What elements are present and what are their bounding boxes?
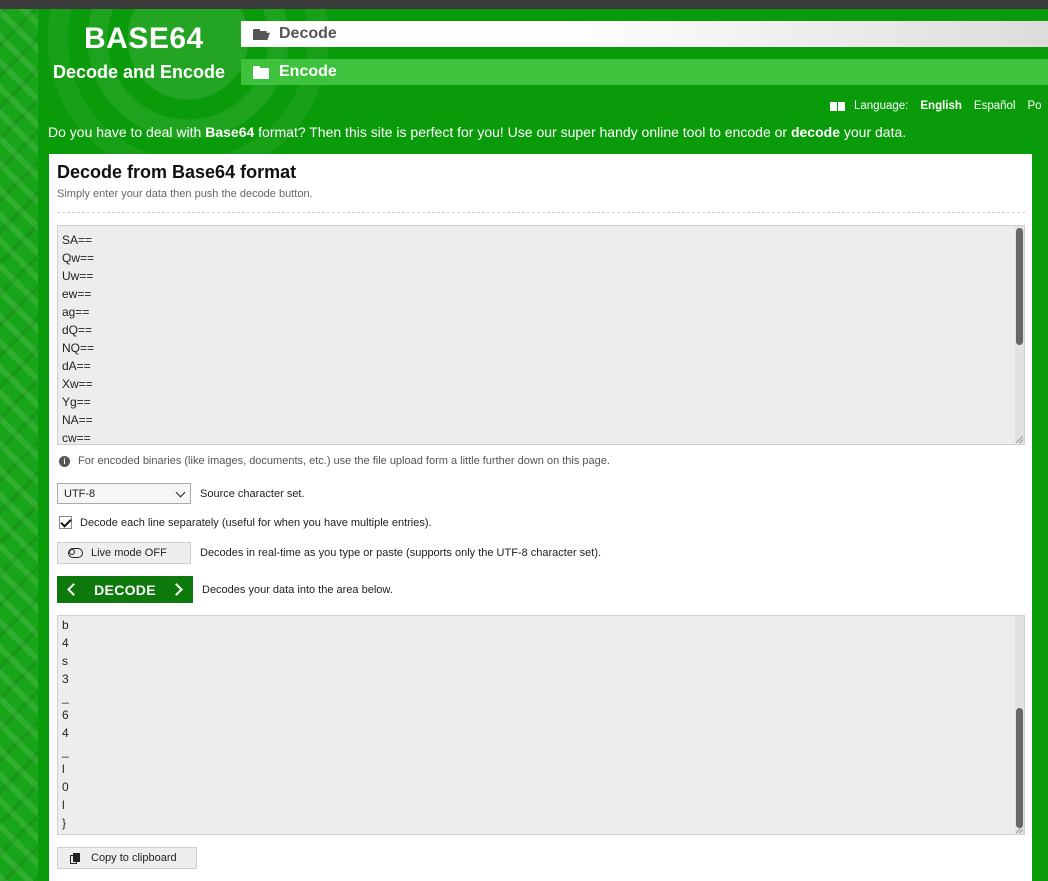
decode-lines-checkbox[interactable] (59, 516, 72, 529)
input-scroll-thumb[interactable] (1016, 228, 1023, 345)
output-line: 0 (62, 780, 69, 794)
output-resize-handle[interactable] (1016, 826, 1023, 833)
input-textarea[interactable]: SA== Qw== Uw== ew== ag== dQ== NQ== dA== … (57, 225, 1025, 445)
language-icon (830, 101, 845, 111)
intro-text: Do you have to deal with Base64 format? … (48, 124, 906, 140)
output-scrollbar[interactable] (1015, 616, 1024, 834)
logo-subtitle[interactable]: Decode and Encode (53, 62, 225, 83)
decode-lines-row: Decode each line separately (useful for … (57, 516, 432, 529)
chevron-down-icon (175, 487, 186, 497)
input-line: ew== (62, 287, 92, 301)
input-line: SA== (62, 233, 93, 247)
output-line: _ (62, 744, 69, 758)
browser-top-bar (0, 0, 1048, 9)
charset-select[interactable]: UTF-8 (57, 483, 191, 504)
output-line: 4 (62, 636, 69, 650)
input-scrollbar[interactable] (1015, 226, 1024, 444)
input-line: dA== (62, 359, 91, 373)
folder-open-icon (253, 27, 271, 41)
live-mode-row: Live mode OFF Decodes in real-time as yo… (57, 542, 601, 564)
panel-subtitle: Simply enter your data then push the dec… (57, 188, 313, 200)
input-line: dQ== (62, 323, 93, 337)
charset-row: UTF-8 Source character set. (57, 483, 305, 504)
intro-part2: format? Then this site is perfect for yo… (254, 124, 791, 140)
panel-title: Decode from Base64 format (57, 162, 297, 182)
info-note: i For encoded binaries (like images, doc… (59, 455, 610, 467)
nav-encode-tab[interactable]: Encode (241, 59, 1048, 85)
nav-encode-label: Encode (279, 63, 337, 80)
folder-icon (253, 65, 271, 79)
intro-bold-decode: decode (790, 124, 840, 140)
input-line: Yg== (62, 395, 91, 409)
decode-desc: Decodes your data into the area below. (202, 583, 393, 596)
decode-button-label: DECODE (94, 581, 156, 598)
info-text: For encoded binaries (like images, docum… (78, 455, 610, 467)
nav-decode-label: Decode (279, 25, 337, 42)
decorative-pattern-strip (0, 9, 38, 881)
charset-label: Source character set. (200, 487, 305, 500)
decode-row: DECODE Decodes your data into the area b… (57, 576, 393, 603)
decode-button[interactable]: DECODE (57, 576, 193, 603)
chevron-right-icon (170, 583, 183, 596)
input-lines: SA== Qw== Uw== ew== ag== dQ== NQ== dA== … (62, 231, 95, 445)
output-lines: b 4 s 3 _ 6 4 _ l 0 l } (62, 616, 69, 832)
input-line: Xw== (62, 377, 93, 391)
copy-to-clipboard-button[interactable]: Copy to clipboard (57, 847, 197, 869)
chevron-left-icon (67, 583, 80, 596)
input-line: ag== (62, 305, 90, 319)
language-option-portuguese[interactable]: Po (1027, 100, 1041, 112)
output-line: l (62, 798, 65, 812)
intro-part3: your data. (839, 124, 907, 140)
input-resize-handle[interactable] (1016, 436, 1023, 443)
info-icon: i (59, 455, 70, 467)
language-option-espanol[interactable]: Español (974, 100, 1016, 112)
nav-decode-tab[interactable]: Decode (241, 21, 1048, 47)
toggle-icon (68, 548, 83, 558)
output-line: _ (62, 690, 69, 704)
language-option-english[interactable]: English (920, 100, 962, 112)
live-mode-desc: Decodes in real-time as you type or past… (200, 547, 602, 559)
input-line: cw== (62, 431, 91, 445)
output-line: 3 (62, 672, 69, 686)
output-line: 4 (62, 726, 69, 740)
language-label: Language: (854, 100, 909, 112)
output-line: } (62, 816, 67, 830)
decode-panel: Decode from Base64 format Simply enter y… (49, 154, 1032, 881)
input-line: Qw== (62, 251, 95, 265)
charset-value: UTF-8 (64, 487, 96, 500)
output-scroll-thumb[interactable] (1016, 708, 1023, 828)
live-mode-label: Live mode OFF (91, 547, 167, 559)
language-bar: Language: English Español Po (830, 98, 1048, 114)
output-line: s (62, 654, 68, 668)
output-textarea[interactable]: b 4 s 3 _ 6 4 _ l 0 l } (57, 615, 1025, 835)
clipboard-icon (70, 852, 80, 864)
output-line: 6 (62, 708, 69, 722)
output-line: b (62, 618, 69, 632)
decode-lines-label[interactable]: Decode each line separately (useful for … (80, 517, 432, 529)
logo-title[interactable]: BASE64 (84, 22, 204, 56)
intro-part1: Do you have to deal with (48, 124, 206, 140)
input-line: Uw== (62, 269, 94, 283)
live-mode-button[interactable]: Live mode OFF (57, 542, 191, 564)
intro-bold-base64: Base64 (205, 124, 255, 140)
input-line: NQ== (62, 341, 95, 355)
input-line: NA== (62, 413, 93, 427)
copy-button-label: Copy to clipboard (91, 852, 177, 864)
divider (57, 212, 1025, 213)
output-line: l (62, 762, 65, 776)
